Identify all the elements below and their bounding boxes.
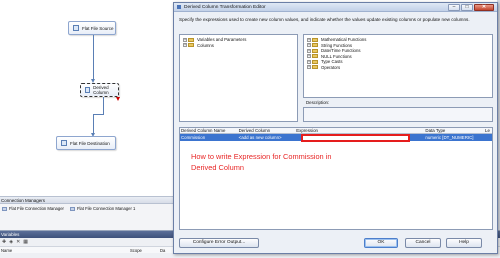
connection-manager-item[interactable]: Flat File Connection Manager 1 bbox=[69, 206, 136, 211]
variables-col-scope[interactable]: Scope bbox=[130, 247, 160, 253]
cell-length[interactable] bbox=[484, 134, 492, 141]
tree-item-label: Type Casts bbox=[321, 59, 343, 65]
folder-icon bbox=[312, 43, 318, 48]
connection-manager-item[interactable]: Flat File Connection Manager bbox=[2, 206, 64, 211]
folder-icon bbox=[312, 54, 318, 59]
dialog-app-icon bbox=[177, 5, 181, 9]
expand-icon[interactable]: + bbox=[307, 59, 311, 64]
help-button[interactable]: Help bbox=[446, 238, 482, 248]
expression-input[interactable] bbox=[301, 134, 410, 142]
expand-icon[interactable]: + bbox=[307, 65, 311, 70]
derived-column-editor-dialog: Derived Column Transformation Editor – □… bbox=[173, 2, 498, 254]
derived-to-destination-path-horizontal bbox=[93, 114, 104, 115]
derived-column-label: Derived Column bbox=[93, 85, 109, 95]
expand-icon[interactable]: + bbox=[307, 48, 311, 53]
col-header-derived-column[interactable]: Derived Column bbox=[238, 128, 296, 133]
connection-manager-label: Flat File Connection Manager bbox=[9, 206, 64, 211]
dialog-title: Derived Column Transformation Editor bbox=[184, 4, 266, 10]
maximize-button[interactable]: □ bbox=[461, 4, 473, 11]
annotation-text: How to write Expression for Commission i… bbox=[191, 152, 332, 172]
functions-tree[interactable]: + Mathematical Functions + String Functi… bbox=[303, 34, 493, 98]
data-flow-design-surface: Flat File Source Derived Column Flat Fil… bbox=[0, 0, 176, 196]
flat-file-source-component[interactable]: Flat File Source bbox=[68, 21, 116, 35]
folder-icon bbox=[312, 59, 318, 64]
configure-error-output-button[interactable]: Configure Error Output... bbox=[179, 238, 259, 248]
description-box bbox=[303, 107, 493, 122]
variables-col-name[interactable]: Name bbox=[0, 247, 130, 253]
col-header-length[interactable]: Le bbox=[484, 128, 492, 133]
cancel-button[interactable]: Cancel bbox=[405, 238, 441, 248]
tree-item-label: Date/Time Functions bbox=[321, 48, 361, 54]
error-output-arrow-icon[interactable] bbox=[116, 97, 120, 101]
folder-icon bbox=[188, 37, 194, 42]
dialog-description: Specify the expressions used to create n… bbox=[179, 17, 470, 22]
expand-icon[interactable]: + bbox=[307, 43, 311, 48]
folder-icon bbox=[188, 43, 194, 48]
connection-managers-header: Connection Managers bbox=[0, 197, 176, 204]
tree-item-label: Variables and Parameters bbox=[197, 37, 247, 43]
connection-managers-panel: Connection Managers Flat File Connection… bbox=[0, 196, 176, 230]
grid-options-icon[interactable]: ▦ bbox=[23, 239, 28, 245]
expand-icon[interactable]: + bbox=[307, 37, 311, 42]
add-variable-icon[interactable]: ✚ bbox=[2, 239, 6, 245]
expand-icon[interactable]: + bbox=[307, 54, 311, 59]
description-label: Description: bbox=[306, 100, 330, 105]
derived-columns-grid: Derived Column Name Derived Column Expre… bbox=[179, 127, 493, 230]
tree-item-label: Columns bbox=[197, 42, 214, 48]
col-header-derived-column-name[interactable]: Derived Column Name bbox=[180, 128, 238, 133]
cell-derived-column[interactable]: <add as new column> bbox=[238, 134, 296, 141]
close-button[interactable]: ✕ bbox=[474, 4, 494, 11]
cell-data-type[interactable]: numeric [DT_NUMERIC] bbox=[424, 134, 484, 141]
derived-to-destination-path[interactable] bbox=[103, 97, 104, 114]
dialog-title-bar[interactable]: Derived Column Transformation Editor – □… bbox=[174, 3, 497, 12]
folder-icon bbox=[312, 65, 318, 70]
tree-item-columns[interactable]: + Columns bbox=[183, 43, 294, 49]
tree-item-label: String Functions bbox=[321, 42, 353, 48]
flat-file-destination-component[interactable]: Flat File Destination bbox=[56, 136, 116, 150]
connection-manager-label: Flat File Connection Manager 1 bbox=[76, 206, 136, 211]
folder-icon bbox=[312, 48, 318, 53]
flat-file-destination-label: Flat File Destination bbox=[70, 140, 110, 146]
expand-icon[interactable]: + bbox=[183, 43, 187, 48]
tree-item-label: Operators bbox=[321, 64, 341, 70]
ok-button[interactable]: OK bbox=[364, 238, 398, 248]
col-header-data-type[interactable]: Data Type bbox=[424, 128, 484, 133]
tree-item-operators[interactable]: + Operators bbox=[307, 65, 489, 71]
derived-column-component[interactable]: Derived Column bbox=[80, 83, 119, 97]
derived-column-icon bbox=[85, 87, 91, 93]
flat-file-source-icon bbox=[73, 25, 79, 31]
flat-file-destination-icon bbox=[61, 140, 67, 146]
folder-icon bbox=[312, 37, 318, 42]
delete-variable-icon[interactable]: ✕ bbox=[16, 239, 20, 245]
tree-item-label: NULL Functions bbox=[321, 53, 352, 59]
flat-file-source-label: Flat File Source bbox=[82, 25, 114, 31]
derived-to-destination-path-down bbox=[93, 114, 94, 133]
source-to-derived-path[interactable] bbox=[93, 35, 94, 79]
variables-columns-tree[interactable]: + Variables and Parameters + Columns bbox=[179, 34, 298, 122]
cell-derived-column-name[interactable]: Commission bbox=[180, 134, 238, 141]
connection-manager-icon bbox=[2, 206, 7, 211]
minimize-button[interactable]: – bbox=[448, 4, 460, 11]
connection-manager-icon bbox=[69, 206, 75, 211]
col-header-expression[interactable]: Expression bbox=[295, 128, 424, 133]
expand-icon[interactable]: + bbox=[183, 37, 187, 42]
tree-item-label: Mathematical Functions bbox=[321, 37, 367, 43]
move-variable-icon[interactable]: ◈ bbox=[9, 239, 13, 245]
